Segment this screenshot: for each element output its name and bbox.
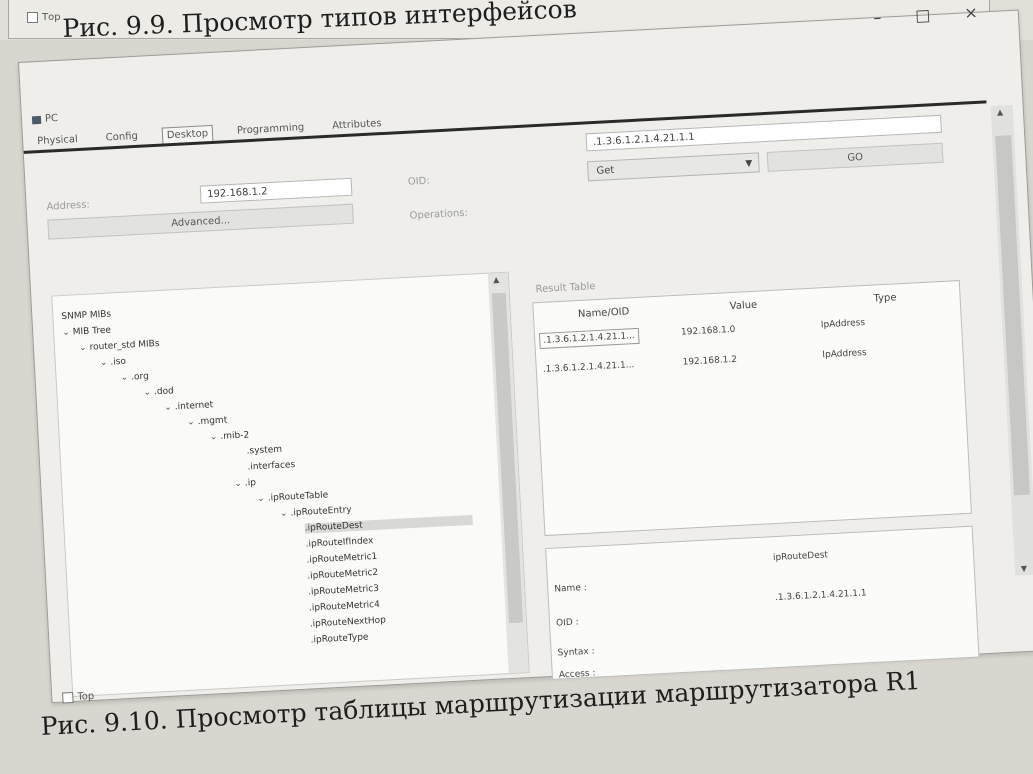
scroll-up-icon[interactable]: ▲ [493, 275, 500, 284]
address-input[interactable]: 192.168.1.2 [199, 177, 353, 204]
tree-scrollbar[interactable]: ▲ [487, 272, 529, 674]
window-title-text: PC [44, 112, 59, 125]
go-button[interactable]: GO [766, 142, 944, 172]
column-header-value: Value [729, 299, 758, 313]
scroll-down-icon[interactable]: ▼ [1021, 564, 1028, 573]
tree-node[interactable]: .ipRouteNextHop [310, 616, 387, 630]
window-scrollbar[interactable]: ▲ ▼ [990, 105, 1033, 576]
tree-node[interactable]: ⌄ .mgmt [187, 416, 228, 428]
tree-node[interactable]: ⌄ .org [120, 372, 149, 383]
minimize-icon[interactable]: – [873, 8, 882, 27]
tree-node[interactable]: .ipRouteMetric1 [306, 552, 377, 566]
detail-syntax-label: Syntax : [557, 646, 595, 659]
chevron-down-icon: ▼ [745, 158, 753, 170]
result-row-2-name[interactable]: .1.3.6.1.2.1.4.21.1... [543, 360, 635, 375]
tree-node[interactable]: ⌄ .ipRouteEntry [280, 505, 352, 519]
detail-panel: ipRouteDest Name : OID : .1.3.6.1.2.1.4.… [545, 525, 980, 680]
column-header-name: Name/OID [577, 306, 630, 321]
tree-node[interactable]: .system [246, 445, 282, 457]
checkbox-icon [62, 691, 74, 704]
pc-icon [31, 115, 42, 124]
maximize-icon[interactable]: □ [915, 5, 931, 25]
tree-node[interactable]: ⌄ .mib-2 [210, 430, 250, 442]
operations-label: Operations: [409, 207, 469, 222]
result-row-1-type: IpAddress [820, 318, 866, 331]
previous-top-checkbox[interactable]: Тор [27, 12, 61, 23]
detail-oid-value: .1.3.6.1.2.1.4.21.1.1 [774, 588, 867, 604]
window-controls: – □ × [873, 3, 978, 27]
operations-select-value: Get [596, 164, 615, 177]
oid-label: OID: [407, 175, 430, 188]
detail-header-value: ipRouteDest [772, 550, 829, 564]
operations-select[interactable]: Get ▼ [586, 152, 760, 182]
tree-node[interactable]: ⌄ router_std MIBs [79, 339, 160, 353]
result-row-2-value: 192.168.1.2 [682, 354, 738, 368]
close-icon[interactable]: × [964, 3, 978, 23]
tree-node[interactable]: .ipRouteMetric2 [307, 568, 378, 582]
tree-node[interactable]: .interfaces [247, 460, 295, 472]
detail-oid-label: OID : [555, 617, 579, 629]
tree-node[interactable]: ⌄ MIB Tree [62, 326, 111, 339]
window-scroll-thumb[interactable] [995, 135, 1031, 496]
window-title: PC [31, 112, 59, 125]
tree-node[interactable]: ⌄ .internet [164, 400, 213, 413]
tree-node-selected[interactable]: .ipRouteDest [304, 514, 473, 534]
tree-node[interactable]: .ipRouteMetric3 [308, 584, 379, 598]
tree-node[interactable]: .ipRouteType [310, 632, 368, 645]
result-row-2-type: IpAddress [822, 347, 867, 361]
column-header-type: Type [873, 292, 897, 305]
address-label: Address: [46, 199, 91, 213]
result-table: Name/OID Value Type .1.3.6.1.2.1.4.21.1.… [532, 280, 972, 537]
top-checkbox-label: Top [77, 690, 95, 703]
mib-tree[interactable]: SNMP MIBs ⌄ MIB Tree ⌄ router_std MIBs ⌄ .i… [51, 271, 530, 698]
tree-node[interactable]: ⌄ .ip [234, 478, 256, 489]
advanced-button[interactable]: Advanced... [47, 203, 354, 240]
tree-node[interactable]: ⌄ .ipRouteTable [257, 490, 328, 504]
tree-node[interactable]: .ipRouteMetric4 [309, 600, 380, 614]
detail-name-label: Name : [554, 582, 588, 595]
checkbox-icon [27, 12, 38, 23]
result-table-label: Result Table [535, 281, 596, 296]
result-row-1-value: 192.168.1.0 [680, 324, 736, 338]
top-checkbox[interactable]: Top [62, 691, 94, 704]
tree-node[interactable]: .ipRouteIfIndex [305, 536, 373, 550]
tree-node[interactable]: SNMP MIBs [61, 309, 111, 322]
pc-window: – □ × PC Physical Config Desktop Program… [18, 3, 1033, 704]
result-row-1-name[interactable]: .1.3.6.1.2.1.4.21.1... [538, 327, 640, 350]
tree-scroll-thumb[interactable] [491, 292, 524, 624]
previous-top-checkbox-label: Тор [42, 12, 61, 23]
mib-browser: Address: 192.168.1.2 Advanced... OID: .1… [38, 105, 1033, 698]
tree-node[interactable]: ⌄ .iso [100, 357, 127, 368]
detail-access-label: Access : [558, 668, 596, 680]
tree-node[interactable]: ⌄ .dod [143, 386, 174, 398]
scroll-up-icon[interactable]: ▲ [997, 108, 1004, 117]
